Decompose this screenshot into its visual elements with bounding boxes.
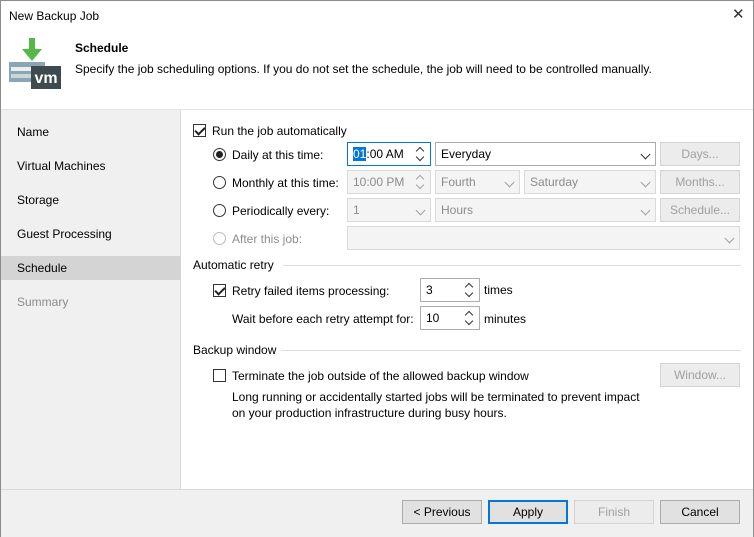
page-title: Schedule	[75, 41, 129, 55]
daily-time-hour: 01	[353, 147, 367, 161]
terminate-job-label[interactable]: Terminate the job outside of the allowed…	[232, 369, 529, 383]
daily-frequency-select[interactable]: Everyday	[435, 142, 656, 166]
periodic-value: 1	[353, 203, 360, 217]
retry-count-spinner-icon[interactable]	[464, 281, 474, 299]
chevron-down-icon	[415, 205, 426, 216]
close-icon[interactable]: ✕	[732, 7, 746, 23]
terminate-note-line2: on your production infrastructure during…	[232, 406, 507, 420]
chevron-down-icon	[724, 233, 735, 244]
periodic-unit-value: Hours	[441, 203, 474, 217]
after-job-radio	[213, 232, 226, 245]
wait-minutes-value: 10	[426, 311, 440, 325]
window-title: New Backup Job	[9, 9, 100, 23]
vm-icon-text: vm	[34, 70, 57, 87]
periodic-unit-select: Hours	[435, 198, 656, 222]
sidebar-item-storage[interactable]: Storage	[1, 188, 181, 212]
monthly-time-value: 10:00 PM	[353, 175, 405, 189]
monthly-week-select: Fourth	[435, 170, 520, 194]
daily-time-rest: :00 AM	[366, 147, 404, 161]
page-description: Specify the job scheduling options. If y…	[75, 62, 652, 76]
run-automatically-checkbox[interactable]	[193, 124, 206, 137]
window-button: Window...	[660, 363, 740, 387]
terminate-job-checkbox[interactable]	[213, 369, 226, 382]
apply-button[interactable]: Apply	[488, 500, 568, 524]
sidebar-item-schedule[interactable]: Schedule	[1, 256, 181, 280]
sidebar-item-guest-processing[interactable]: Guest Processing	[1, 222, 181, 246]
wait-minutes-spinner-icon[interactable]	[464, 309, 474, 327]
days-button: Days...	[660, 142, 740, 166]
monthly-day-select: Saturday	[524, 170, 656, 194]
sidebar-item-name[interactable]: Name	[1, 120, 181, 144]
wait-unit-label: minutes	[484, 312, 527, 326]
wait-retry-label: Wait before each retry attempt for:	[232, 312, 414, 326]
sidebar-item-summary: Summary	[17, 295, 69, 309]
cancel-button[interactable]: Cancel	[660, 500, 740, 524]
previous-button[interactable]: < Previous	[402, 500, 482, 524]
periodic-value-select: 1	[347, 198, 431, 222]
chevron-down-icon	[640, 205, 651, 216]
chevron-down-icon	[504, 177, 515, 188]
wizard-sidebar: Name Virtual Machines Storage Guest Proc…	[1, 110, 181, 489]
retry-failed-label[interactable]: Retry failed items processing:	[232, 284, 389, 298]
new-backup-job-window: New Backup Job ✕ vm Schedule Specify the…	[0, 0, 754, 537]
run-automatically-label[interactable]: Run the job automatically	[212, 124, 347, 138]
periodically-label[interactable]: Periodically every:	[232, 204, 329, 218]
months-button: Months...	[660, 170, 740, 194]
retry-count-stepper[interactable]: 3	[420, 278, 480, 302]
monthly-day-value: Saturday	[530, 175, 579, 189]
terminate-note-line1: Long running or accidentally started job…	[232, 390, 640, 404]
chevron-down-icon	[640, 177, 651, 188]
wait-minutes-stepper[interactable]: 10	[420, 306, 480, 330]
periodically-radio[interactable]	[213, 204, 226, 217]
monthly-radio[interactable]	[213, 176, 226, 189]
section-divider	[281, 350, 741, 351]
after-job-select	[347, 226, 740, 250]
finish-button: Finish	[574, 500, 654, 524]
daily-label[interactable]: Daily at this time:	[232, 148, 323, 162]
daily-time-spinner-icon[interactable]	[415, 145, 425, 163]
after-job-label: After this job:	[232, 232, 303, 246]
monthly-time-spinner-icon	[415, 173, 425, 191]
monthly-label[interactable]: Monthly at this time:	[232, 176, 339, 190]
schedule-button: Schedule...	[660, 198, 740, 222]
sidebar-item-virtual-machines[interactable]: Virtual Machines	[1, 154, 181, 178]
automatic-retry-heading: Automatic retry	[193, 258, 274, 272]
daily-radio[interactable]	[213, 148, 226, 161]
monthly-week-value: Fourth	[441, 175, 476, 189]
daily-time-input[interactable]: 01:00 AM	[347, 142, 431, 166]
section-divider	[283, 265, 741, 266]
backup-window-heading: Backup window	[193, 343, 277, 357]
retry-failed-checkbox[interactable]	[213, 284, 226, 297]
retry-count-value: 3	[426, 283, 433, 297]
retry-unit-label: times	[484, 283, 513, 297]
backup-vm-icon: vm	[9, 37, 61, 89]
chevron-down-icon	[640, 149, 651, 160]
monthly-time-input: 10:00 PM	[347, 170, 431, 194]
daily-frequency-value: Everyday	[441, 147, 492, 161]
